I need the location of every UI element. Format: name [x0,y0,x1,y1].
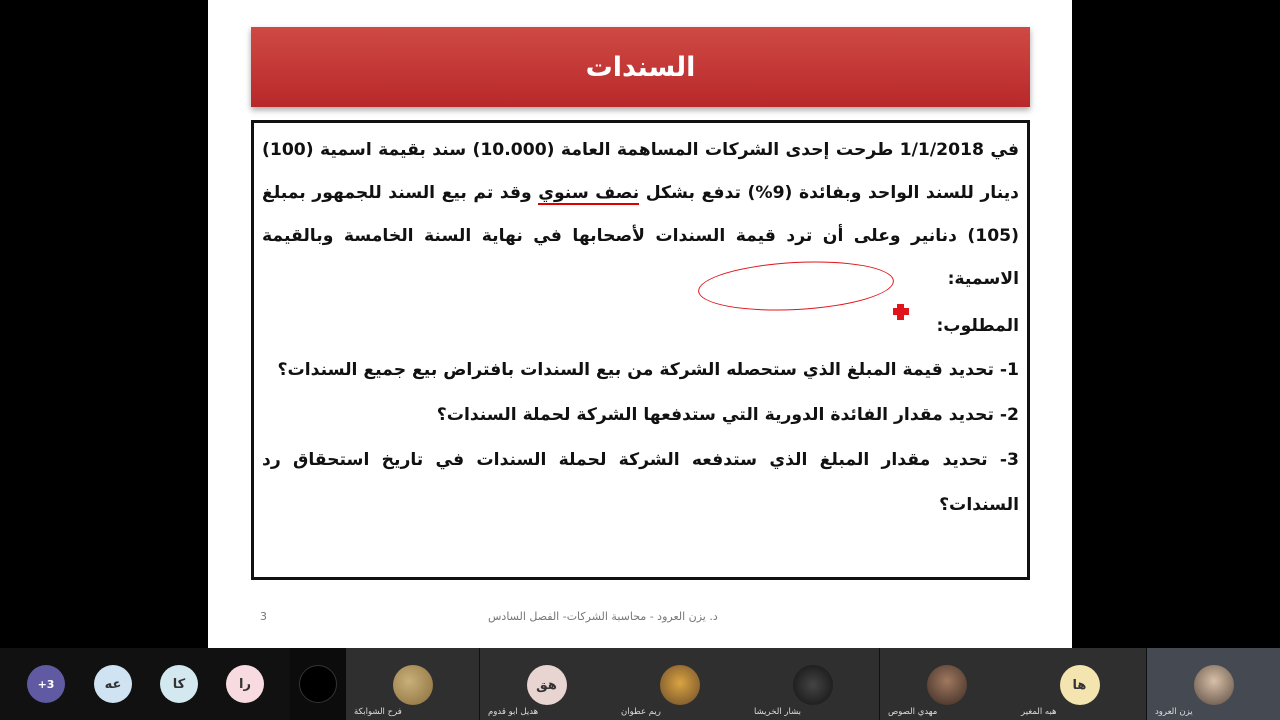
problem-box: في 1/1/2018 طرحت إحدى الشركات المساهمة ا… [251,120,1030,580]
problem-text: ) دنانير وعلى أن ترد قيمة السندات لأصحاب… [262,226,1019,289]
avatar: هق [526,665,567,705]
semi-annual-highlight: نصف سنوي [538,183,640,205]
photo-icon [926,665,967,705]
item-text: - تحديد مقدار المبلغ الذي ستدفعه الشركة … [262,450,1019,515]
participant-tile-active[interactable]: يزن العرود [1147,648,1280,720]
interest-rate: 9% [755,183,785,203]
participant-name: هديل ابو قدوم [488,707,539,717]
presentation-slide: السندات في 1/1/2018 طرحت إحدى الشركات ال… [208,0,1072,648]
photo-icon [1193,665,1234,705]
item-number: 1 [1007,360,1019,380]
problem-text: ) تدفع بشكل [639,183,756,203]
photo-icon [659,665,700,705]
participant-tile[interactable]: بشار الخريشا [746,648,879,720]
participant-name: ريم عطوان [621,707,661,717]
bond-count: 10.000 [480,140,547,160]
slide-title-bar: السندات [251,27,1030,107]
participant-tile[interactable]: هق هديل ابو قدوم [480,648,613,720]
participant-tile[interactable]: فرح الشوابكة [346,648,479,720]
participant-name: بشار الخريشا [754,707,802,717]
item-text: - تحديد قيمة المبلغ الذي ستحصله الشركة م… [277,360,1008,380]
participant-tile[interactable] [290,648,346,720]
participant-tile[interactable]: ريم عطوان [613,648,746,720]
requirement-item-1: 1- تحديد قيمة المبلغ الذي ستحصله الشركة … [262,348,1019,393]
slide-footer: د. يزن العرود - محاسبة الشركات- الفصل ال… [488,610,718,623]
item-text: - تحديد مقدار الفائدة الدورية التي ستدفع… [436,405,1008,425]
participant-avatar[interactable]: كا [160,665,198,703]
problem-date: 1/1/2018 [899,140,984,160]
participant-name: يزن العرود [1155,707,1193,717]
participant-tile[interactable]: ها هبه المغير [1013,648,1146,720]
face-value: 100 [269,140,306,160]
participant-tile[interactable]: مهدي الصوص [880,648,1013,720]
item-number: 3 [1007,450,1019,470]
problem-text: طرحت إحدى الشركات المساهمة العامة ( [546,140,900,160]
requirement-item-2: 2- تحديد مقدار الفائدة الدورية التي ستدف… [262,393,1019,438]
problem-statement: في 1/1/2018 طرحت إحدى الشركات المساهمة ا… [262,129,1019,301]
participant-avatar[interactable]: را [226,665,264,703]
avatar [299,665,337,703]
photo-icon [792,665,833,705]
slide-page-number: 3 [260,610,267,623]
item-number: 2 [1007,405,1019,425]
participants-strip: +3 عه كا را فرح الشوابكة هق هديل ابو قدو… [0,648,1280,720]
slide-title: السندات [585,51,696,83]
problem-text: ) سند بقيمة اسمية ( [305,140,481,160]
participant-name: مهدي الصوص [888,707,938,717]
avatar: ها [1059,665,1100,705]
requirement-item-3: 3- تحديد مقدار المبلغ الذي ستدفعه الشركة… [262,438,1019,528]
more-participants-button[interactable]: +3 [27,665,65,703]
sale-price: 105 [975,226,1012,246]
participant-name: فرح الشوابكة [354,707,402,717]
participant-avatar[interactable]: عه [94,665,132,703]
photo-icon [392,665,433,705]
problem-text: في [983,140,1019,160]
annotation-pointer-icon [891,302,911,322]
participant-name: هبه المغير [1021,707,1057,717]
